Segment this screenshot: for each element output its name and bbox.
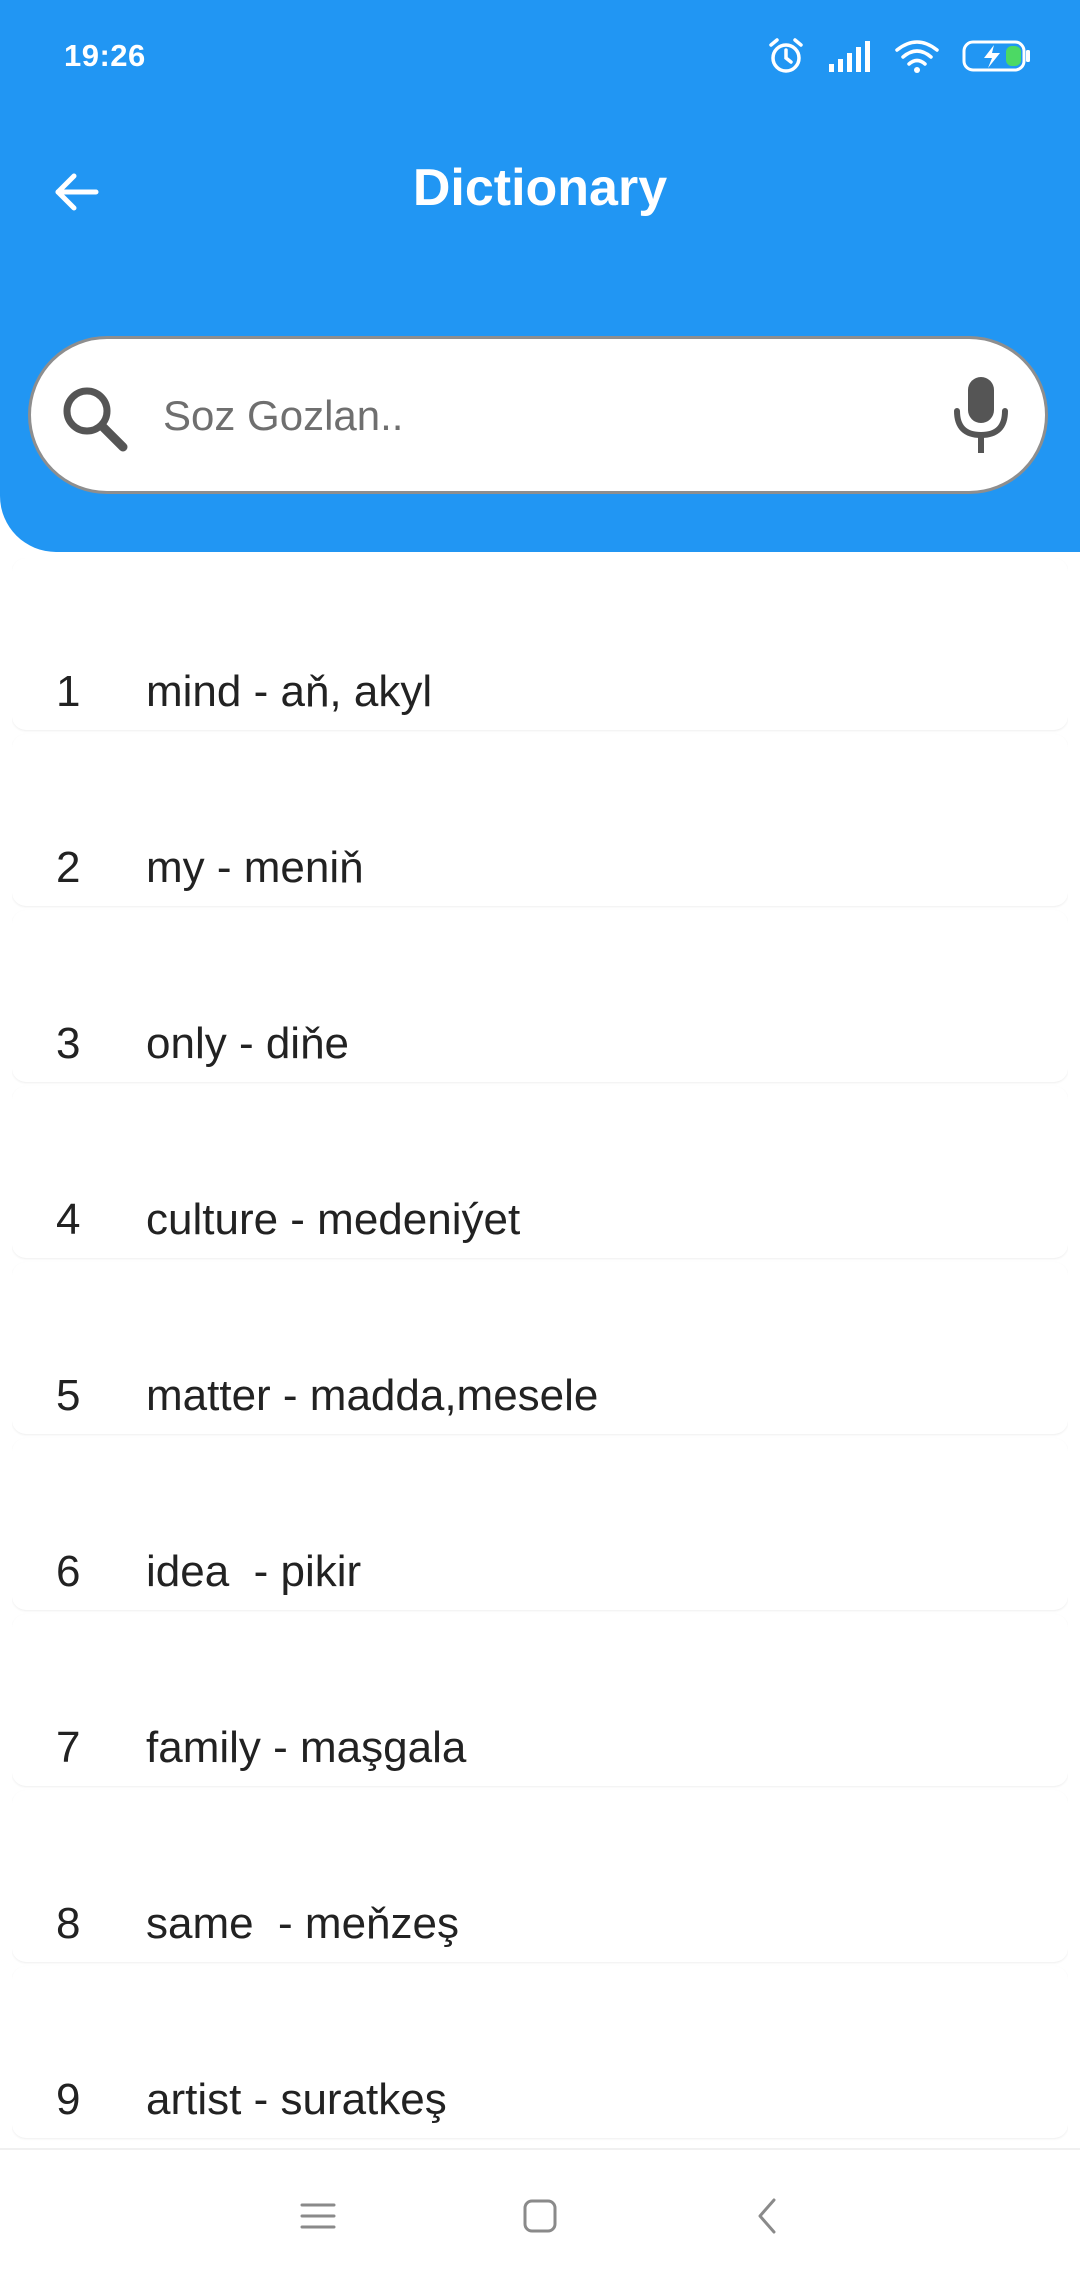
word-text: culture - medeniýet: [146, 1195, 521, 1244]
dictionary-screen: 19:26 Dictionary Soz Gozlan.. 1 mind - a…: [0, 0, 1080, 2280]
search-bar[interactable]: [28, 336, 1048, 494]
word-text: artist - suratkeş: [146, 2075, 447, 2124]
home-icon: [523, 2199, 557, 2233]
system-nav-bar: [0, 2148, 1080, 2280]
header: 19:26 Dictionary Soz Gozlan..: [0, 0, 1080, 552]
word-number: 4: [56, 1195, 81, 1244]
menu-icon: [300, 2203, 336, 2229]
word-text: idea - pikir: [146, 1547, 362, 1596]
word-number: 5: [56, 1371, 81, 1420]
word-number: 7: [56, 1723, 81, 1772]
word-number: 1: [56, 667, 81, 716]
wifi-icon: [894, 38, 940, 74]
app-bar: Dictionary: [0, 130, 1080, 250]
word-text: same - meňzeş: [146, 1899, 459, 1948]
search-input[interactable]: [161, 369, 945, 463]
list-item[interactable]: 2 my - meniň: [12, 734, 1068, 906]
list-item[interactable]: 3 only - diňe: [12, 910, 1068, 1082]
list-item[interactable]: 4 culture - medeniýet: [12, 1086, 1068, 1258]
status-icons: [766, 36, 1032, 76]
word-number: 8: [56, 1899, 81, 1948]
signal-icon: [828, 40, 872, 72]
word-number: 3: [56, 1019, 81, 1068]
nav-home-button[interactable]: [504, 2180, 576, 2252]
list-item[interactable]: 5 matter - madda,mesele: [12, 1262, 1068, 1434]
list-item[interactable]: 1 mind - aň, akyl: [12, 558, 1068, 730]
word-text: family - maşgala: [146, 1723, 467, 1772]
word-number: 2: [56, 843, 81, 892]
alarm-icon: [766, 36, 806, 76]
word-number: 6: [56, 1547, 81, 1596]
status-time: 19:26: [64, 38, 146, 73]
word-number: 9: [56, 2075, 81, 2124]
list-item[interactable]: 6 idea - pikir: [12, 1438, 1068, 1610]
nav-menu-button[interactable]: [282, 2180, 354, 2252]
battery-charging-icon: [962, 39, 1032, 73]
list-item[interactable]: 7 family - maşgala: [12, 1614, 1068, 1786]
list-item[interactable]: 8 same - meňzeş: [12, 1790, 1068, 1962]
status-bar: 19:26: [0, 0, 1080, 116]
word-list: 1 mind - aň, akyl 2 my - meniň 3 only - …: [12, 558, 1068, 2148]
word-text: only - diňe: [146, 1019, 350, 1068]
word-text: matter - madda,mesele: [146, 1371, 599, 1420]
list-item[interactable]: 9 artist - suratkeş: [12, 1966, 1068, 2138]
mic-icon[interactable]: [951, 375, 1011, 462]
word-text: mind - aň, akyl: [146, 667, 433, 716]
search-icon: [57, 381, 133, 462]
word-text: my - meniň: [146, 843, 364, 892]
nav-back-button[interactable]: [732, 2180, 804, 2252]
page-title: Dictionary: [412, 159, 668, 217]
back-icon: [758, 2198, 776, 2234]
